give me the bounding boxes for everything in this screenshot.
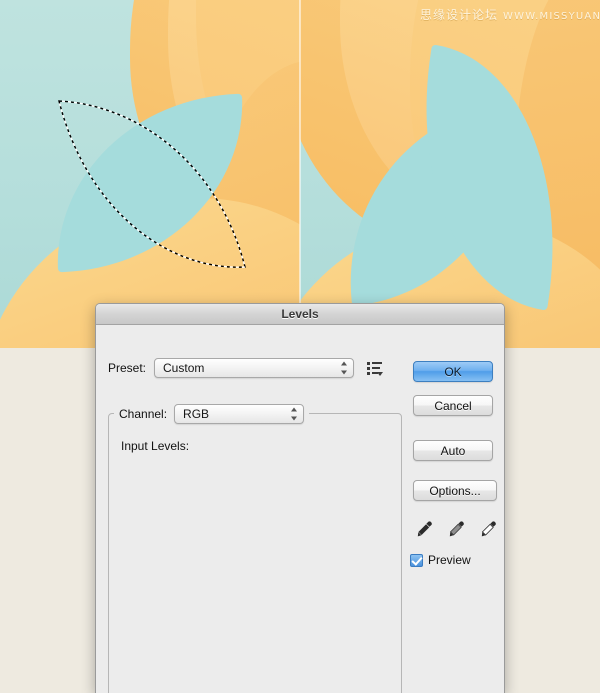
artwork-left-panel[interactable] [0,0,300,348]
artwork-right-panel[interactable] [300,0,600,348]
eyedropper-group [414,518,500,540]
set-gray-point-eyedropper[interactable] [446,519,466,539]
preset-value: Custom [163,361,205,375]
options-button[interactable]: Options... [413,480,497,501]
cancel-button[interactable]: Cancel [413,395,493,416]
channel-label: Channel: [119,407,168,421]
input-levels-label: Input Levels: [121,439,190,453]
options-button-label: Options... [429,483,481,498]
watermark: 思缘设计论坛 WWW.MISSYUAN.COM [420,6,600,23]
marching-ants-selection [58,100,246,268]
image-canvas[interactable]: 思缘设计论坛 WWW.MISSYUAN.COM [0,0,600,348]
auto-button[interactable]: Auto [413,440,493,461]
preset-label: Preset: [108,361,147,375]
dialog-title: Levels [281,307,319,321]
levels-dialog[interactable]: Levels Preset: Custom Channel: RGB Input… [95,303,505,693]
preset-row: Preset: Custom [108,358,384,378]
panel-divider [299,0,301,348]
ok-button-label: OK [444,364,462,379]
preset-options-icon[interactable] [367,361,384,376]
levels-groupbox [108,413,402,693]
watermark-chinese-text: 思缘设计论坛 [420,8,499,22]
preset-dropdown[interactable]: Custom [154,358,355,378]
channel-value: RGB [183,407,210,421]
preview-label: Preview [428,553,471,567]
preview-row[interactable]: Preview [410,553,471,567]
dialog-titlebar[interactable]: Levels [96,304,504,325]
auto-button-label: Auto [440,443,466,458]
set-white-point-eyedropper[interactable] [478,519,498,539]
channel-dropdown[interactable]: RGB [174,404,305,424]
preview-checkbox[interactable] [410,553,423,567]
screenshot-root: 思缘设计论坛 WWW.MISSYUAN.COM Levels Preset: Cu… [0,0,600,693]
set-black-point-eyedropper[interactable] [414,519,434,539]
ok-button[interactable]: OK [413,361,493,382]
watermark-url: WWW.MISSYUAN.COM [503,11,600,22]
chevron-updown-icon [290,407,297,421]
chevron-updown-icon [340,361,347,375]
cancel-button-label: Cancel [434,398,472,413]
channel-row: Channel: RGB [114,404,310,424]
